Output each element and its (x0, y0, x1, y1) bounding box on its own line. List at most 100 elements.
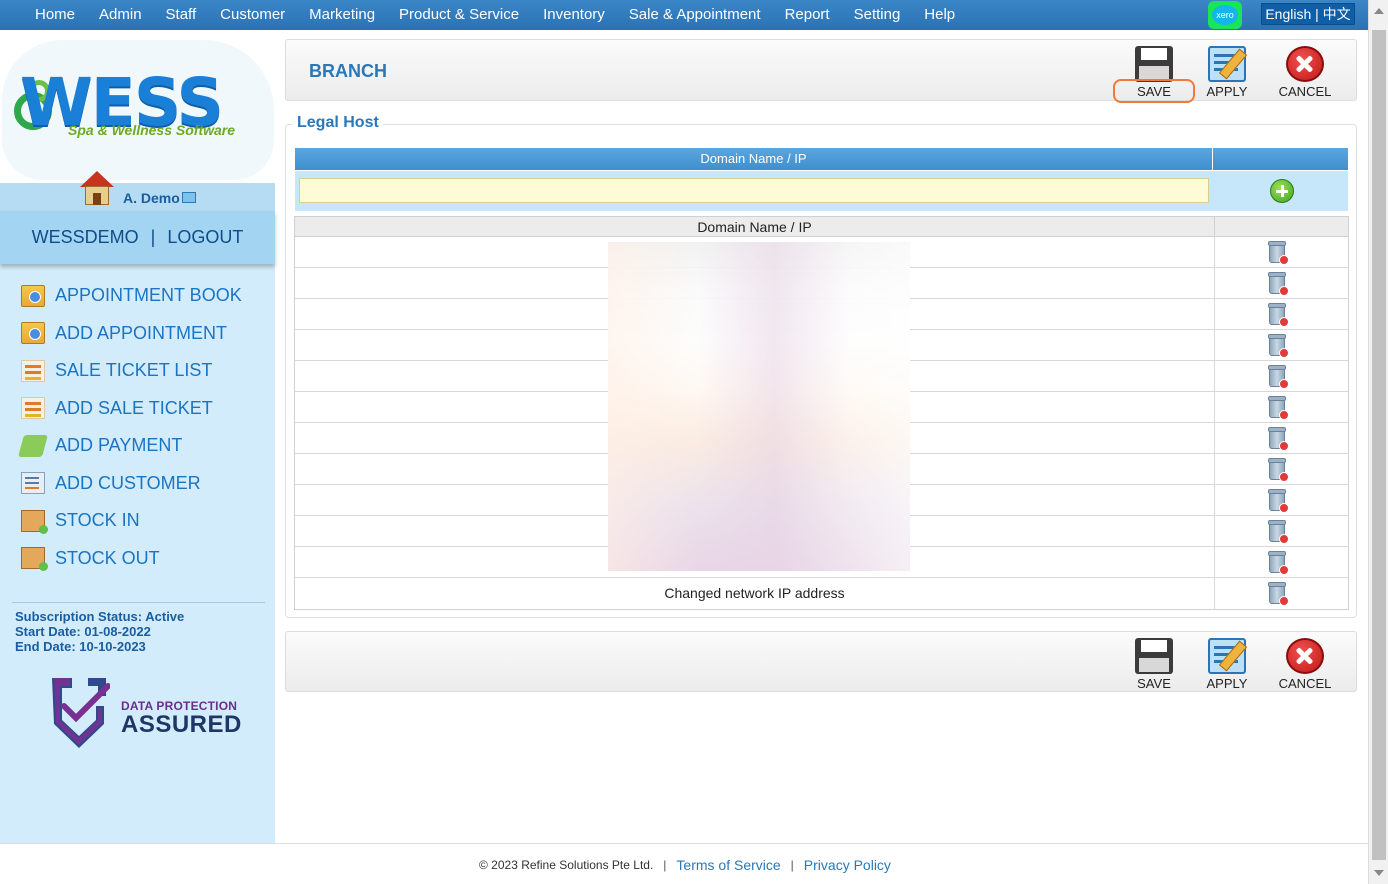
sidebar-menu: APPOINTMENT BOOK ADD APPOINTMENT SALE TI… (0, 277, 275, 577)
sidebar-item-stock-out[interactable]: STOCK OUT (0, 540, 275, 578)
add-host-header: Domain Name / IP (295, 148, 1348, 170)
sidebar-item-stock-in[interactable]: STOCK IN (0, 502, 275, 540)
delete-trash-icon[interactable] (1268, 303, 1289, 327)
sidebar-divider (12, 602, 265, 603)
wess-logo[interactable]: WESS Spa & Wellness Software (0, 30, 275, 183)
delete-trash-icon[interactable] (1268, 334, 1289, 358)
scroll-up-icon[interactable] (1374, 8, 1384, 14)
cancel-label: CANCEL (1278, 84, 1332, 99)
sidebar-item-add-sale-ticket[interactable]: ADD SALE TICKET (0, 390, 275, 428)
nav-report[interactable]: Report (773, 0, 842, 30)
cancel-x-icon (1286, 46, 1324, 82)
account-link[interactable]: WESSDEMO (32, 227, 139, 248)
subscription-start-date: Start Date: 01-08-2022 (15, 624, 151, 639)
save-button[interactable]: SAVE (1122, 46, 1186, 99)
add-customer-icon (21, 472, 45, 495)
nav-customer[interactable]: Customer (208, 0, 297, 30)
delete-trash-icon[interactable] (1268, 427, 1289, 451)
sidebar-item-label: ADD APPOINTMENT (55, 322, 228, 343)
nav-product-service[interactable]: Product & Service (387, 0, 531, 30)
xero-button[interactable]: xero (1208, 1, 1242, 29)
terms-link[interactable]: Terms of Service (676, 857, 780, 873)
sidebar-item-label: APPOINTMENT BOOK (55, 285, 242, 306)
data-protection-badge: DATA PROTECTION ASSURED (48, 676, 241, 752)
delete-trash-icon[interactable] (1268, 365, 1289, 389)
save-label: SAVE (1137, 676, 1171, 691)
subscription-status: Subscription Status: Active (15, 609, 185, 624)
nav-inventory[interactable]: Inventory (531, 0, 617, 30)
logo-tagline: Spa & Wellness Software (68, 122, 236, 138)
sidebar-item-label: ADD CUSTOMER (55, 472, 201, 493)
cancel-label: CANCEL (1278, 676, 1332, 691)
nav-sale-appointment[interactable]: Sale & Appointment (617, 0, 773, 30)
subscription-info: Subscription Status: Active Start Date: … (15, 609, 184, 654)
nav-home[interactable]: Home (0, 0, 87, 30)
top-navigation: Home Admin Staff Customer Marketing Prod… (0, 0, 1368, 30)
delete-trash-icon[interactable] (1268, 272, 1289, 296)
delete-trash-icon[interactable] (1268, 582, 1289, 606)
logout-link[interactable]: LOGOUT (167, 227, 243, 248)
page-title: BRANCH (309, 61, 387, 81)
sidebar-item-add-appointment[interactable]: ADD APPOINTMENT (0, 315, 275, 353)
sidebar-item-appointment-book[interactable]: APPOINTMENT BOOK (0, 277, 275, 315)
sidebar-item-add-payment[interactable]: ADD PAYMENT (0, 427, 275, 465)
domain-input[interactable] (299, 178, 1209, 203)
privacy-link[interactable]: Privacy Policy (804, 857, 891, 873)
user-name: A. Demo (123, 190, 180, 206)
apply-label: APPLY (1206, 84, 1248, 99)
shield-check-icon (52, 678, 110, 748)
column-header-action (1213, 148, 1348, 170)
floppy-disk-icon (1135, 46, 1173, 82)
page-header-panel: BRANCH SAVE APPLY CANCEL (285, 39, 1357, 101)
delete-trash-icon[interactable] (1268, 396, 1289, 420)
cancel-x-icon (1286, 638, 1324, 674)
delete-trash-icon[interactable] (1268, 551, 1289, 575)
add-plus-icon[interactable] (1270, 179, 1294, 203)
delete-trash-icon[interactable] (1268, 520, 1289, 544)
sidebar-item-label: SALE TICKET LIST (55, 360, 213, 381)
cancel-button-bottom[interactable]: CANCEL (1273, 638, 1337, 691)
scrollbar-thumb[interactable] (1372, 30, 1386, 860)
cancel-button[interactable]: CANCEL (1273, 46, 1337, 99)
section-title: Legal Host (293, 114, 383, 132)
sidebar-item-label: STOCK OUT (55, 547, 160, 568)
footer-separator: | (663, 858, 667, 872)
badge-line2: ASSURED (121, 711, 242, 738)
nav-staff[interactable]: Staff (154, 0, 209, 30)
page-scrollbar[interactable] (1368, 0, 1388, 884)
computer-icon (182, 192, 196, 203)
page-footer: © 2023 Refine Solutions Pte Ltd. | Terms… (0, 843, 1368, 884)
nav-marketing[interactable]: Marketing (297, 0, 387, 30)
copyright: © 2023 Refine Solutions Pte Ltd. (479, 858, 654, 872)
delete-trash-icon[interactable] (1268, 458, 1289, 482)
floppy-disk-icon (1135, 638, 1173, 674)
save-label: SAVE (1137, 84, 1171, 99)
page-footer-toolbar: SAVE APPLY CANCEL (285, 631, 1357, 692)
stock-in-icon (21, 509, 48, 534)
add-sale-ticket-icon (21, 397, 45, 420)
home-icon[interactable] (78, 171, 116, 207)
apply-label: APPLY (1206, 676, 1248, 691)
nav-admin[interactable]: Admin (87, 0, 154, 30)
table-row: Changed network IP address (295, 578, 1348, 609)
sidebar-item-sale-ticket-list[interactable]: SALE TICKET LIST (0, 352, 275, 390)
apply-button[interactable]: APPLY (1195, 46, 1259, 99)
nav-help[interactable]: Help (912, 0, 967, 30)
sale-ticket-list-icon (21, 359, 45, 382)
sidebar-item-add-customer[interactable]: ADD CUSTOMER (0, 465, 275, 503)
edit-document-icon (1208, 638, 1246, 674)
host-cell: Changed network IP address (295, 578, 1215, 609)
footer-separator: | (790, 858, 794, 872)
edit-document-icon (1208, 46, 1246, 82)
language-switch[interactable]: English | 中文 (1261, 3, 1355, 25)
nav-setting[interactable]: Setting (842, 0, 913, 30)
delete-trash-icon[interactable] (1268, 241, 1289, 265)
appointment-book-icon (21, 284, 45, 307)
delete-trash-icon[interactable] (1268, 489, 1289, 513)
add-host-row (295, 171, 1348, 211)
sidebar-item-label: STOCK IN (55, 510, 140, 531)
account-box: WESSDEMO | LOGOUT (0, 211, 275, 264)
save-button-bottom[interactable]: SAVE (1122, 638, 1186, 691)
scroll-down-icon[interactable] (1374, 870, 1384, 876)
apply-button-bottom[interactable]: APPLY (1195, 638, 1259, 691)
